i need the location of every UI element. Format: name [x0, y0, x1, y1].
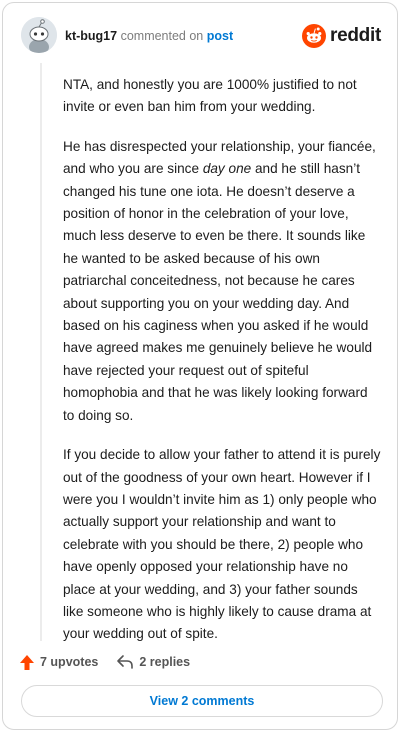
upvote-arrow-icon	[20, 654, 34, 670]
view-comments-button[interactable]: View 2 comments	[21, 685, 383, 717]
upvote-count: 7 upvotes	[40, 655, 99, 669]
comment-body: NTA, and honestly you are 1000% justifie…	[63, 74, 381, 663]
reddit-alien-icon	[302, 24, 327, 48]
comment-actions: 7 upvotes 2 replies	[19, 651, 190, 673]
post-link[interactable]: post	[207, 29, 233, 43]
comment-paragraph-1: NTA, and honestly you are 1000% justifie…	[63, 77, 357, 115]
reply-button[interactable]: 2 replies	[116, 654, 190, 670]
snoo-avatar-icon[interactable]	[21, 17, 57, 53]
reddit-wordmark: reddit	[330, 25, 381, 46]
username[interactable]: kt-bug17	[65, 29, 117, 43]
comment-header: kt-bug17 commented on post reddit	[21, 17, 381, 55]
comment-paragraph-3: If you decide to allow your father to at…	[63, 447, 381, 642]
comment-byline: kt-bug17 commented on post	[65, 29, 233, 43]
reply-arrow-icon	[117, 655, 134, 669]
comment-emphasis: day one	[202, 161, 252, 177]
upvote-button[interactable]: 7 upvotes	[19, 654, 98, 671]
comment-card: kt-bug17 commented on post reddit NTA, a…	[2, 2, 398, 730]
reply-count: 2 replies	[139, 655, 191, 669]
comment-paragraph-2: He has disrespected your relationship, y…	[63, 136, 381, 427]
reddit-brand[interactable]: reddit	[302, 21, 381, 51]
comment-paragraph-2-end: and he still hasn’t changed his tune one…	[63, 161, 373, 423]
thread-line[interactable]	[40, 63, 42, 641]
commented-on-label: commented on	[120, 29, 204, 43]
